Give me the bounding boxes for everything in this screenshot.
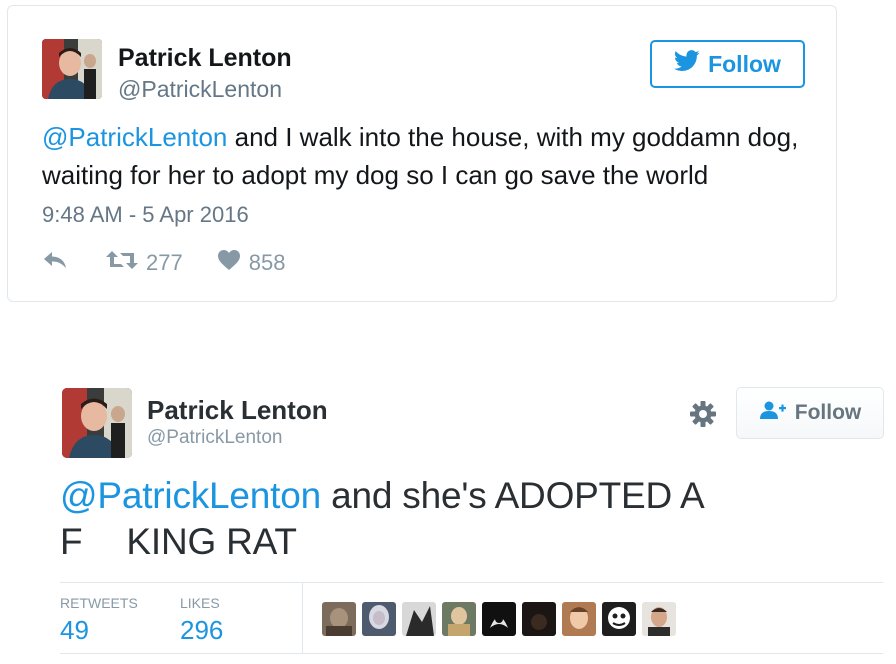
retweets-label: RETWEETS bbox=[60, 595, 138, 611]
author-handle[interactable]: @PatrickLenton bbox=[118, 76, 282, 103]
author-name[interactable]: Patrick Lenton bbox=[118, 44, 292, 73]
follow-button-label: Follow bbox=[794, 401, 862, 424]
liker-avatar[interactable] bbox=[642, 602, 676, 636]
stats-divider-top bbox=[60, 582, 883, 583]
like-button[interactable]: 858 bbox=[217, 249, 286, 277]
gear-icon[interactable] bbox=[689, 400, 717, 428]
liker-avatar[interactable] bbox=[322, 602, 356, 636]
liker-avatar[interactable] bbox=[402, 602, 436, 636]
follow-button[interactable]: Follow bbox=[650, 40, 805, 88]
twitter-bird-icon bbox=[673, 50, 700, 78]
tweet-text: @PatrickLenton and she's ADOPTED A F KING… bbox=[60, 473, 860, 565]
likes-count: 296 bbox=[180, 615, 224, 645]
likes-label: LIKES bbox=[180, 595, 220, 611]
tweet-actions: 277 858 bbox=[42, 247, 285, 279]
liker-avatar[interactable] bbox=[562, 602, 596, 636]
tweet-text-line2-start: F bbox=[60, 521, 83, 562]
author-name[interactable]: Patrick Lenton bbox=[147, 395, 328, 426]
heart-icon bbox=[217, 249, 241, 277]
mention-link[interactable]: @PatrickLenton bbox=[42, 122, 227, 152]
retweet-icon bbox=[106, 249, 138, 277]
follow-button-label: Follow bbox=[708, 50, 781, 77]
mention-link[interactable]: @PatrickLenton bbox=[60, 475, 321, 516]
liker-avatar[interactable] bbox=[602, 602, 636, 636]
retweet-count: 277 bbox=[146, 250, 183, 275]
permalink-tweet: Patrick Lenton @PatrickLenton Follow @Pa… bbox=[0, 385, 896, 664]
embedded-tweet-card: Patrick Lenton @PatrickLenton Follow @Pa… bbox=[7, 5, 837, 302]
author-handle[interactable]: @PatrickLenton bbox=[147, 427, 282, 449]
retweets-stat[interactable]: RETWEETS 49 bbox=[60, 595, 138, 646]
stats-divider-bottom bbox=[60, 653, 883, 654]
tweet-text: @PatrickLenton and I walk into the house… bbox=[42, 118, 822, 194]
retweets-count: 49 bbox=[60, 615, 89, 645]
stats-divider-vertical bbox=[302, 583, 303, 653]
tweet-timestamp[interactable]: 9:48 AM - 5 Apr 2016 bbox=[42, 202, 249, 228]
likes-stat[interactable]: LIKES 296 bbox=[180, 595, 223, 646]
follow-button[interactable]: Follow bbox=[736, 387, 884, 439]
like-count: 858 bbox=[248, 250, 286, 275]
tweet-text-line2-end: KING RAT bbox=[126, 521, 297, 562]
retweet-button[interactable]: 277 bbox=[106, 249, 183, 277]
liker-avatars bbox=[322, 602, 676, 636]
tweet-text-line1: and she's ADOPTED A bbox=[321, 475, 705, 516]
reply-button[interactable] bbox=[42, 249, 68, 277]
liker-avatar[interactable] bbox=[482, 602, 516, 636]
author-avatar[interactable] bbox=[62, 388, 132, 458]
liker-avatar[interactable] bbox=[442, 602, 476, 636]
reply-icon bbox=[42, 249, 68, 277]
author-avatar[interactable] bbox=[42, 39, 102, 99]
add-user-icon bbox=[759, 400, 787, 426]
liker-avatar[interactable] bbox=[522, 602, 556, 636]
liker-avatar[interactable] bbox=[362, 602, 396, 636]
